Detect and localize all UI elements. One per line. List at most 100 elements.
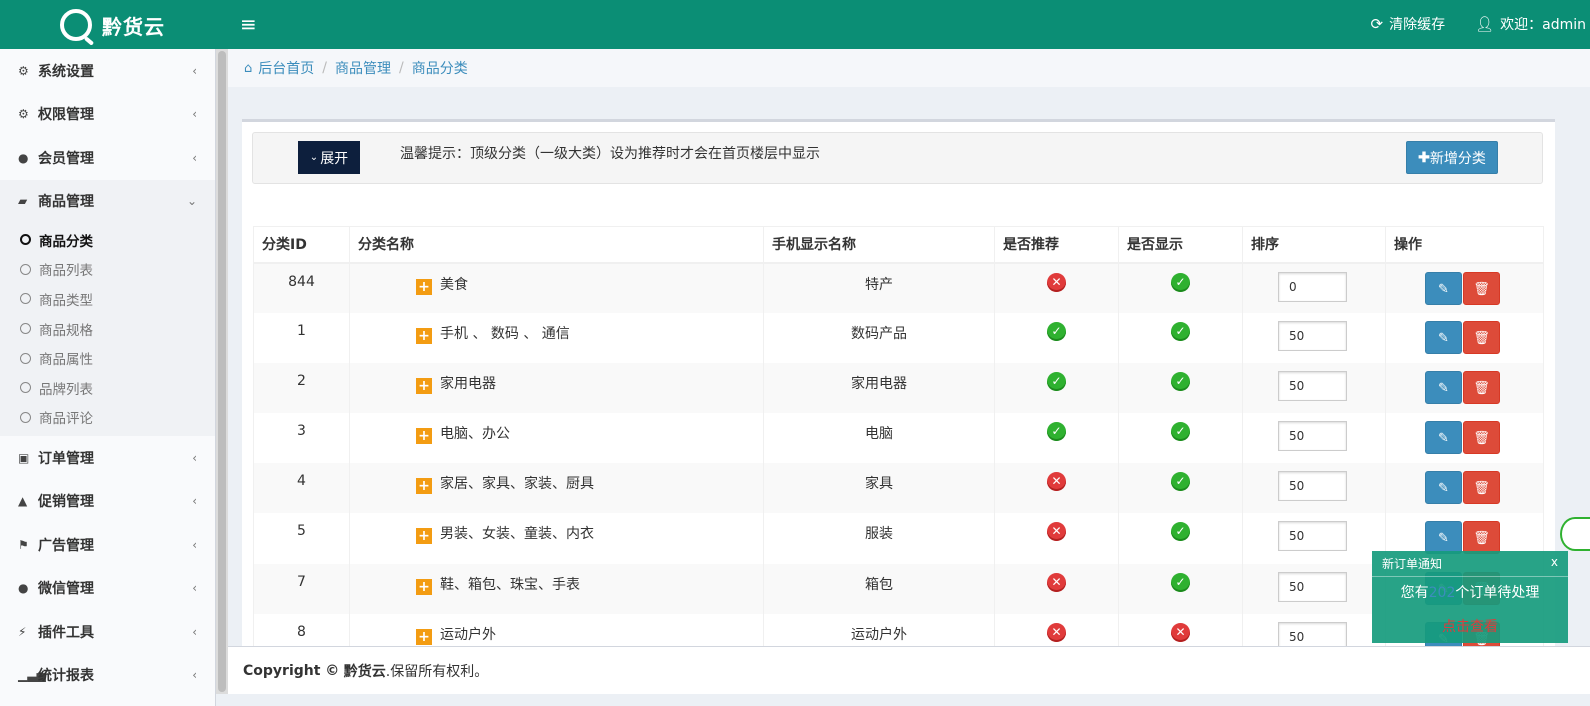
col-header-name[interactable]: 分类名称 [349, 226, 764, 264]
sidebar-item-plugins[interactable]: ⚡ 插件工具 ‹ [0, 610, 215, 654]
cell-recommend: ✕ [994, 613, 1119, 646]
edit-button[interactable]: ✎ [1425, 421, 1462, 455]
delete-button[interactable]: 🗑︎ [1463, 370, 1500, 404]
sidebar-item-goods[interactable]: ▰ 商品管理 ⌄ [0, 179, 215, 223]
cell-recommend: ✓ [994, 362, 1119, 414]
cell-mobile-name: 箱包 [763, 563, 995, 614]
check-circle-icon[interactable]: ✓ [1171, 272, 1190, 292]
col-header-show[interactable]: 是否显示 [1118, 226, 1243, 264]
sort-input[interactable] [1278, 521, 1347, 552]
edit-button[interactable]: ✎ [1425, 370, 1462, 404]
x-circle-icon[interactable]: ✕ [1047, 622, 1066, 642]
sort-input[interactable] [1278, 571, 1347, 602]
notification-link[interactable]: 点击查看 [1372, 616, 1568, 636]
cell-name: + 美食 [349, 262, 764, 313]
cell-id: 844 [253, 262, 350, 313]
col-header-sort[interactable]: 排序 [1242, 226, 1386, 264]
col-header-mobile[interactable]: 手机显示名称 [763, 226, 995, 264]
bell-icon: ▲ [18, 494, 28, 509]
check-circle-icon[interactable]: ✓ [1171, 371, 1190, 391]
expand-plus-icon[interactable]: + [416, 278, 432, 295]
table-row: 4 + 家居、家具、家装、厨具 家具 ✕ ✓ ✎ 🗑︎ [253, 463, 1544, 514]
sidebar-item-promotion[interactable]: ▲ 促销管理 ‹ [0, 480, 215, 524]
check-circle-icon[interactable]: ✓ [1171, 522, 1190, 542]
x-circle-icon[interactable]: ✕ [1047, 472, 1066, 492]
col-header-id[interactable]: 分类ID [253, 226, 350, 264]
check-circle-icon[interactable]: ✓ [1047, 422, 1066, 442]
sidebar-item-order[interactable]: ▣ 订单管理 ‹ [0, 436, 215, 480]
check-circle-icon[interactable]: ✓ [1171, 321, 1190, 341]
check-circle-icon[interactable]: ✓ [1171, 572, 1190, 592]
floating-widget[interactable] [1560, 517, 1590, 551]
edit-button[interactable]: ✎ [1425, 271, 1462, 305]
x-circle-icon[interactable]: ✕ [1047, 522, 1066, 542]
sidebar-item-label: 会员管理 [38, 150, 94, 167]
circle-icon [20, 234, 31, 246]
expand-button[interactable]: ⌄ 展开 [298, 141, 360, 174]
sidebar-item-system[interactable]: ⚙ 系统设置 ‹ [0, 49, 215, 93]
category-name: 男装、女装、童装、内衣 [440, 526, 594, 543]
sort-input[interactable] [1278, 370, 1347, 401]
sidebar-item-reports[interactable]: ▁▃▅ 统计报表 ‹ [0, 654, 215, 698]
delete-button[interactable]: 🗑︎ [1463, 471, 1500, 505]
expand-plus-icon[interactable]: + [416, 528, 432, 545]
category-name: 家居、家具、家装、厨具 [440, 476, 594, 493]
sort-input[interactable] [1278, 320, 1347, 351]
expand-plus-icon[interactable]: + [416, 327, 432, 344]
delete-button[interactable]: 🗑︎ [1463, 521, 1500, 555]
check-circle-icon[interactable]: ✓ [1047, 321, 1066, 341]
check-circle-icon[interactable]: ✓ [1171, 472, 1190, 492]
expand-plus-icon[interactable]: + [416, 628, 432, 645]
cell-mobile-name: 家具 [763, 463, 995, 514]
subitem-goods-type[interactable]: 商品类型 [0, 284, 215, 314]
user-menu[interactable]: 👤︎ 欢迎：admin [1475, 14, 1586, 34]
sort-input[interactable] [1278, 471, 1347, 502]
subitem-category[interactable]: 商品分类 [0, 225, 215, 255]
footer-brand[interactable]: 黔货云 [344, 661, 386, 681]
expand-plus-icon[interactable]: + [416, 578, 432, 595]
sidebar-item-wechat[interactable]: ● 微信管理 ‹ [0, 567, 215, 611]
check-circle-icon[interactable]: ✓ [1047, 371, 1066, 391]
breadcrumb-category[interactable]: 商品分类 [412, 58, 468, 78]
category-name: 美食 [440, 276, 468, 293]
expand-plus-icon[interactable]: + [416, 478, 432, 495]
breadcrumb-home[interactable]: 后台首页 [258, 58, 314, 78]
trash-icon: 🗑︎ [1473, 380, 1490, 396]
expand-plus-icon[interactable]: + [416, 377, 432, 394]
sort-input[interactable] [1278, 271, 1347, 302]
chevron-down-icon: ⌄ [186, 194, 197, 209]
subitem-goods-comment[interactable]: 商品评论 [0, 403, 215, 433]
x-circle-icon[interactable]: ✕ [1047, 272, 1066, 292]
col-header-recommend[interactable]: 是否推荐 [994, 226, 1119, 264]
edit-button[interactable]: ✎ [1425, 521, 1462, 555]
subitem-goods-spec[interactable]: 商品规格 [0, 314, 215, 344]
delete-button[interactable]: 🗑︎ [1463, 421, 1500, 455]
delete-button[interactable]: 🗑︎ [1463, 320, 1500, 354]
bars-icon[interactable]: ≡ [240, 12, 257, 36]
edit-button[interactable]: ✎ [1425, 471, 1462, 505]
table-row: 1 + 手机 、 数码 、 通信 数码产品 ✓ ✓ ✎ 🗑︎ [253, 312, 1544, 363]
scrollbar-thumb[interactable] [218, 51, 226, 692]
x-circle-icon[interactable]: ✕ [1047, 572, 1066, 592]
check-circle-icon[interactable]: ✓ [1171, 422, 1190, 442]
sort-input[interactable] [1278, 421, 1347, 452]
pencil-icon: ✎ [1438, 481, 1449, 497]
breadcrumb-goods[interactable]: 商品管理 [335, 58, 391, 78]
subitem-goods-list[interactable]: 商品列表 [0, 255, 215, 285]
sort-input[interactable] [1278, 621, 1347, 646]
expand-plus-icon[interactable]: + [416, 428, 432, 445]
clear-cache-button[interactable]: ⟳ 清除缓存 [1371, 14, 1446, 34]
sidebar-item-ads[interactable]: ⚑ 广告管理 ‹ [0, 523, 215, 567]
delete-button[interactable]: 🗑︎ [1463, 271, 1500, 305]
x-circle-icon[interactable]: ✕ [1171, 622, 1190, 642]
edit-button[interactable]: ✎ [1425, 320, 1462, 354]
subitem-goods-attr[interactable]: 商品属性 [0, 343, 215, 373]
sidebar-item-permission[interactable]: ⚙ 权限管理 ‹ [0, 93, 215, 137]
subitem-brand-list[interactable]: 品牌列表 [0, 373, 215, 403]
sidebar-scrollbar[interactable] [216, 49, 228, 694]
sidebar-item-member[interactable]: ● 会员管理 ‹ [0, 136, 215, 180]
add-category-button[interactable]: ✚ 新增分类 [1406, 141, 1498, 174]
cell-recommend: ✕ [994, 513, 1119, 564]
close-icon[interactable]: x [1551, 555, 1558, 569]
logo[interactable]: 黔货云 [60, 7, 165, 43]
